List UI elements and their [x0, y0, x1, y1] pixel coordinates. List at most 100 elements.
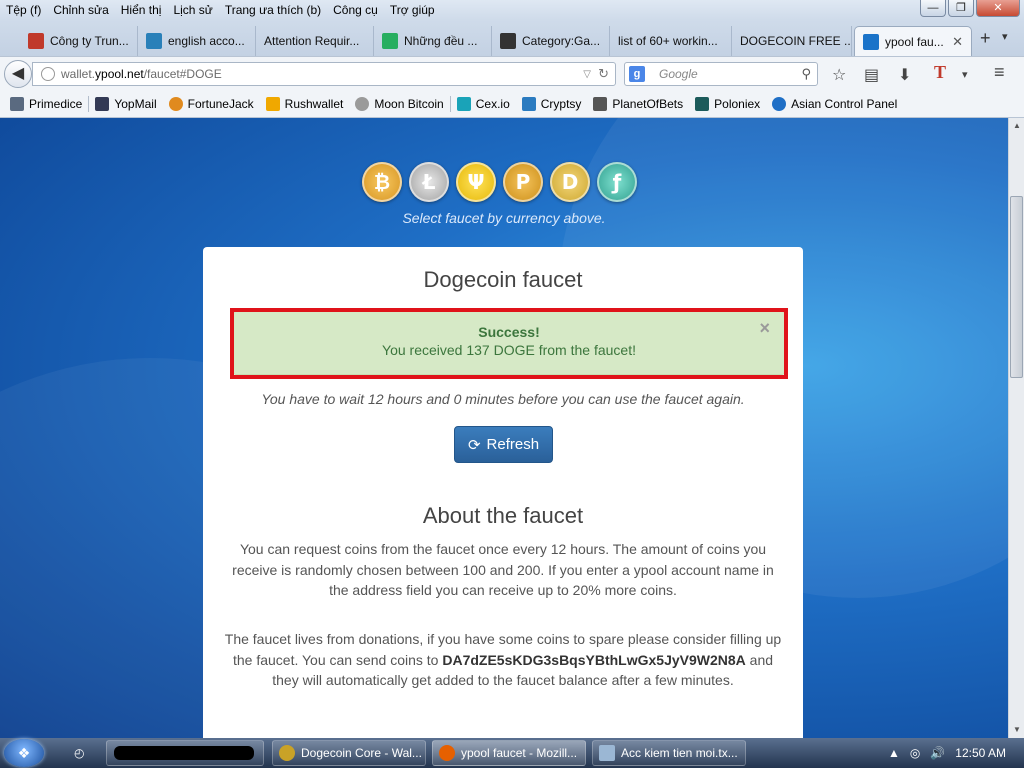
vertical-scrollbar[interactable]: ▲ ▼	[1008, 118, 1024, 738]
bookmark-primedice[interactable]: Primedice	[4, 96, 88, 111]
favicon-icon	[863, 33, 879, 50]
reload-icon[interactable]: ↻	[598, 66, 609, 82]
dogecoin-coin-icon[interactable]: D	[550, 162, 590, 202]
translate-addon-icon[interactable]: T	[934, 62, 946, 83]
tab-ypool-faucet[interactable]: ypool fau... ✕	[854, 26, 972, 56]
bookmark-rushwallet[interactable]: Rushwallet	[260, 96, 350, 111]
maximize-button[interactable]: ❐	[948, 0, 974, 17]
bookmark-label: Poloniex	[714, 96, 761, 111]
tab-list-of-60[interactable]: list of 60+ workin...	[610, 26, 732, 56]
taskbar: ❖ ◴ Dogecoin Core - Wal... ypool faucet …	[0, 738, 1024, 768]
volume-icon[interactable]: 🔊	[930, 746, 945, 760]
menu-bookmarks[interactable]: Trang ưa thích (b)	[219, 3, 327, 17]
fortunejack-icon	[168, 96, 183, 111]
task-label: Acc kiem tien moi.tx...	[621, 746, 738, 760]
bookmark-label: Moon Bitcoin	[374, 96, 444, 111]
refresh-button[interactable]: ⟳ Refresh	[454, 426, 553, 463]
cexio-icon	[456, 96, 471, 111]
pinned-app-icon[interactable]: ◴	[68, 740, 98, 766]
start-button[interactable]: ❖	[4, 739, 44, 767]
bookmark-label: Asian Control Panel	[791, 96, 898, 111]
menu-history[interactable]: Lịch sử	[167, 3, 218, 17]
url-bar[interactable]: wallet. ypool.net /faucet#DOGE ▽ ↻	[32, 62, 616, 86]
about-title: About the faucet	[422, 503, 584, 528]
bookmark-cryptsy[interactable]: Cryptsy	[516, 96, 588, 111]
system-tray: ▲ ◎ 🔊 12:50 AM	[888, 738, 1024, 768]
bookmarks-bar: Primedice YopMail FortuneJack Rushwallet…	[0, 90, 1024, 118]
menu-help[interactable]: Trợ giúp	[384, 3, 441, 17]
google-engine-icon[interactable]: g	[629, 66, 645, 82]
redaction-bar	[114, 746, 254, 760]
window-controls: — ❐ ✕	[920, 0, 1020, 17]
bookmark-fortunejack[interactable]: FortuneJack	[163, 96, 260, 111]
bookmark-asian-control-panel[interactable]: Asian Control Panel	[766, 96, 903, 111]
psi-coin-icon[interactable]: Ψ	[456, 162, 496, 202]
close-window-button[interactable]: ✕	[976, 0, 1020, 17]
favicon-icon	[146, 33, 162, 49]
menu-tools[interactable]: Công cụ	[327, 3, 384, 17]
tab-english-account[interactable]: english acco...	[138, 26, 256, 56]
search-bar[interactable]: g Google ⚲	[624, 62, 818, 86]
task-firefox[interactable]: ypool faucet - Mozill...	[432, 740, 586, 766]
back-button[interactable]: ◀	[4, 60, 32, 88]
minimize-button[interactable]: —	[920, 0, 946, 17]
bookmark-label: Rushwallet	[284, 96, 344, 111]
list-tabs-icon[interactable]: ▾	[1002, 30, 1008, 43]
about-paragraph-1: You can request coins from the faucet on…	[232, 541, 774, 598]
poloniex-icon	[695, 96, 710, 111]
tab-category[interactable]: Category:Ga...	[492, 26, 610, 56]
bookmark-label: YopMail	[114, 96, 157, 111]
currency-selector: ₿ Ł Ψ P D ƒ	[362, 162, 637, 202]
tab-label: Công ty Trun...	[50, 34, 129, 48]
clock[interactable]: 12:50 AM	[955, 746, 1006, 760]
hamburger-menu-icon[interactable]: ≡	[994, 62, 1005, 83]
navigation-bar: ◀ wallet. ypool.net /faucet#DOGE ▽ ↻ g G…	[0, 56, 1024, 90]
bitcoin-coin-icon[interactable]: ₿	[362, 162, 402, 202]
menu-bar: Tệp (f) Chỉnh sửa Hiển thị Lịch sử Trang…	[0, 0, 1024, 20]
bookmark-cexio[interactable]: Cex.io	[451, 96, 516, 111]
downloads-icon[interactable]: ⬇	[898, 65, 911, 85]
crown-icon	[10, 96, 24, 111]
bookmark-star-icon[interactable]: ☆	[832, 65, 846, 85]
show-hidden-icons-icon[interactable]: ▲	[888, 746, 900, 760]
menu-edit[interactable]: Chỉnh sửa	[47, 3, 114, 17]
tab-attention-required[interactable]: Attention Requir...	[256, 26, 374, 56]
menu-view[interactable]: Hiển thị	[115, 3, 168, 17]
task-notepad[interactable]: Acc kiem tien moi.tx...	[592, 740, 746, 766]
chrome-tray-icon[interactable]: ◎	[910, 746, 920, 760]
faucet-title: Dogecoin faucet	[423, 267, 583, 292]
refresh-icon: ⟳	[467, 436, 481, 454]
scroll-up-icon[interactable]: ▲	[1009, 118, 1024, 134]
peercoin-coin-icon[interactable]: P	[503, 162, 543, 202]
highlight-outline	[230, 308, 788, 379]
scroll-down-icon[interactable]: ▼	[1009, 722, 1024, 738]
bookmark-label: Cex.io	[475, 96, 510, 111]
tab-label: Những đều ...	[404, 34, 478, 48]
scrollbar-thumb[interactable]	[1010, 196, 1023, 378]
litecoin-coin-icon[interactable]: Ł	[409, 162, 449, 202]
close-tab-icon[interactable]: ✕	[952, 34, 963, 50]
teal-coin-icon[interactable]: ƒ	[597, 162, 637, 202]
bookmark-poloniex[interactable]: Poloniex	[689, 96, 766, 111]
notepad-icon	[599, 745, 615, 761]
tab-cong-ty[interactable]: Công ty Trun...	[20, 26, 138, 56]
globe-icon	[772, 96, 787, 111]
bookmarks-menu-icon[interactable]: ▤	[864, 65, 879, 85]
search-placeholder: Google	[659, 67, 698, 81]
new-tab-button[interactable]: +	[980, 28, 991, 49]
addon-dropdown-icon[interactable]: ▾	[962, 68, 968, 81]
tab-nhung-dieu[interactable]: Những đều ...	[374, 26, 492, 56]
bookmark-yopmail[interactable]: YopMail	[89, 96, 162, 111]
tab-dogecoin-free[interactable]: DOGECOIN FREE ...	[732, 26, 852, 56]
url-prefix: wallet.	[61, 67, 96, 81]
menu-file[interactable]: Tệp (f)	[0, 3, 47, 17]
favicon-icon	[28, 33, 44, 49]
search-icon[interactable]: ⚲	[801, 66, 811, 82]
url-dropdown-icon[interactable]: ▽	[583, 69, 591, 80]
bookmark-label: FortuneJack	[187, 96, 254, 111]
firefox-icon	[439, 745, 455, 761]
task-dogecoin-core[interactable]: Dogecoin Core - Wal...	[272, 740, 426, 766]
donation-address: DA7dZE5sKDG3sBqsYBthLwGx5JyV9W2N8A	[442, 651, 746, 668]
bookmark-moon-bitcoin[interactable]: Moon Bitcoin	[349, 96, 449, 111]
bookmark-planetofbets[interactable]: PlanetOfBets	[587, 96, 689, 111]
